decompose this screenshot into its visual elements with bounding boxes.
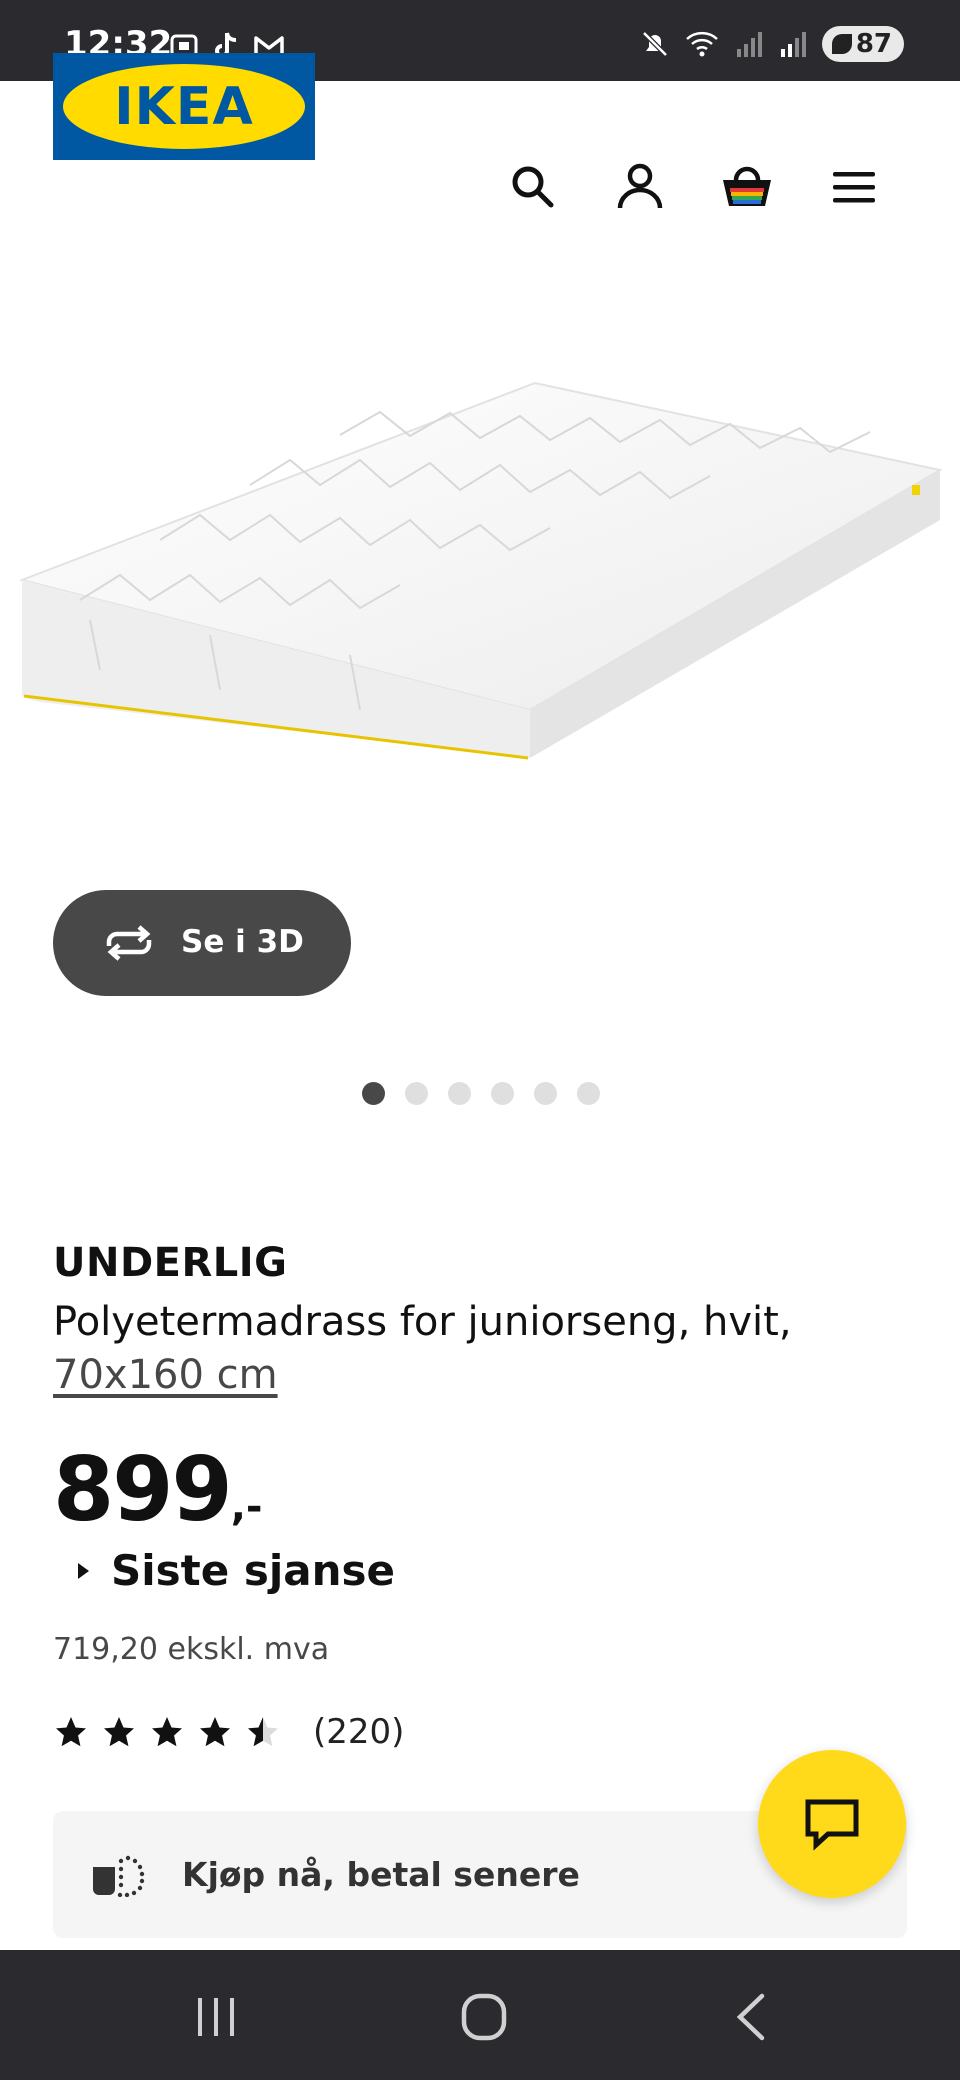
account-icon[interactable] <box>613 160 667 214</box>
gallery-dot[interactable] <box>534 1082 557 1105</box>
gallery-dot[interactable] <box>362 1082 385 1105</box>
system-navigation-bar <box>0 1950 960 2080</box>
battery-indicator: 87 <box>821 26 904 62</box>
basket-icon[interactable] <box>720 160 774 214</box>
product-rating[interactable]: (220) <box>53 1712 404 1752</box>
chat-button[interactable] <box>758 1750 906 1898</box>
menu-icon[interactable] <box>827 160 881 214</box>
home-icon[interactable] <box>454 1990 514 2044</box>
mute-icon <box>642 31 668 57</box>
product-description-text: Polyetermadrass for juniorseng, hvit, <box>53 1299 792 1345</box>
gallery-dot[interactable] <box>491 1082 514 1105</box>
battery-saver-icon <box>831 34 852 54</box>
caret-right-icon <box>78 1562 89 1579</box>
last-chance-label: Siste sjanse <box>111 1546 395 1595</box>
back-icon[interactable] <box>722 1990 782 2044</box>
price-suffix: ,- <box>230 1484 263 1530</box>
star-full-icon <box>200 1717 230 1747</box>
logo-text: IKEA <box>114 76 254 137</box>
product-image[interactable] <box>0 300 960 860</box>
view-in-3d-button[interactable]: Se i 3D <box>53 890 351 996</box>
chat-bubble-icon <box>805 1799 859 1851</box>
view-in-3d-label: Se i 3D <box>181 924 304 960</box>
product-brand: UNDERLIG <box>53 1240 288 1286</box>
rotate-3d-icon <box>106 925 152 961</box>
gallery-dot[interactable] <box>405 1082 428 1105</box>
price-ex-vat: 719,20 ekskl. mva <box>53 1632 330 1667</box>
product-price: 899,- <box>53 1440 263 1557</box>
rating-count: (220) <box>313 1712 405 1752</box>
signal-roaming-icon <box>780 32 806 57</box>
star-full-icon <box>152 1717 182 1747</box>
product-description: Polyetermadrass for juniorseng, hvit, 70… <box>53 1296 873 1402</box>
star-full-icon <box>104 1717 134 1747</box>
star-half-icon <box>248 1717 278 1747</box>
ikea-logo[interactable]: IKEA <box>53 53 315 160</box>
signal-icon <box>736 32 762 57</box>
price-value: 899 <box>53 1438 233 1541</box>
battery-level: 87 <box>855 29 892 59</box>
search-icon[interactable] <box>506 160 560 214</box>
star-full-icon <box>56 1717 86 1747</box>
pay-later-label: Kjøp nå, betal senere <box>182 1855 580 1894</box>
last-chance-toggle[interactable]: Siste sjanse <box>78 1546 395 1595</box>
installment-icon <box>93 1855 145 1897</box>
gallery-pagination <box>362 1082 600 1105</box>
gallery-dot[interactable] <box>448 1082 471 1105</box>
recent-apps-icon[interactable] <box>186 1990 246 2044</box>
gallery-dot[interactable] <box>577 1082 600 1105</box>
system-icons: 87 <box>640 26 904 62</box>
wifi-icon <box>685 31 718 57</box>
product-size-link[interactable]: 70x160 cm <box>53 1352 278 1398</box>
